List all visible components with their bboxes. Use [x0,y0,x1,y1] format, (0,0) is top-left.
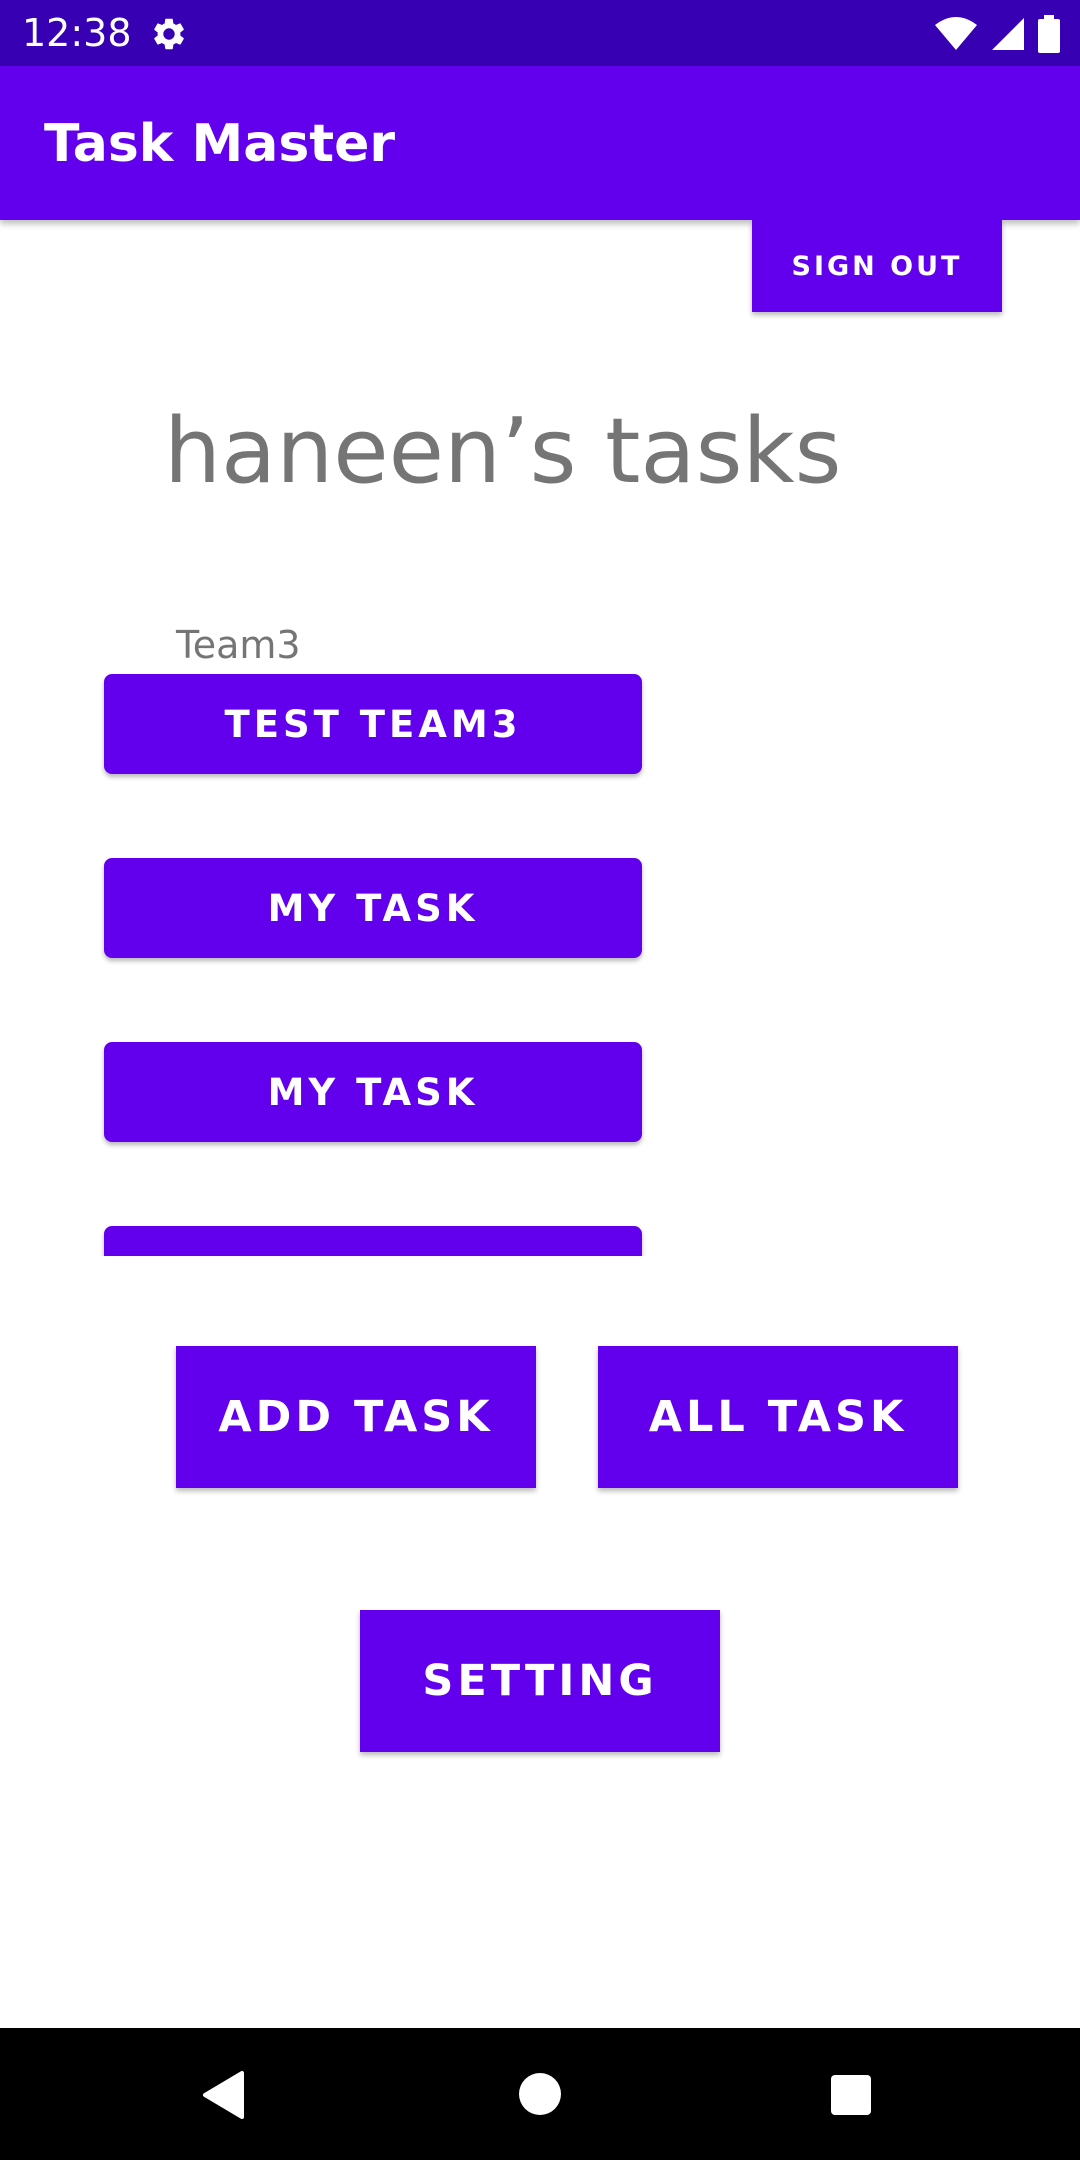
task-button-partial[interactable] [104,1226,642,1256]
status-time: 12:38 [22,11,132,55]
status-icons [934,14,1060,54]
page-title: haneen’s tasks [164,399,842,504]
sign-out-button[interactable]: SIGN OUT [752,220,1002,312]
recents-icon[interactable] [830,2074,872,2116]
add-task-button[interactable]: ADD TASK [176,1346,536,1488]
team-label: Team3 [176,623,301,667]
signal-icon [992,18,1024,50]
wifi-icon [935,17,977,50]
app-title: Task Master [44,114,396,174]
navigation-bar [0,2028,1080,2160]
setting-button[interactable]: SETTING [360,1610,720,1752]
app-bar: Task Master [0,66,1080,220]
all-task-button[interactable]: ALL TASK [598,1346,958,1488]
task-list[interactable]: TEST TEAM3 MY TASK MY TASK [100,670,660,1256]
gear-icon [154,18,184,50]
task-button-test-team3[interactable]: TEST TEAM3 [104,674,642,774]
task-button-my-task[interactable]: MY TASK [104,858,642,958]
battery-icon [1038,15,1060,53]
back-icon[interactable] [202,2070,246,2120]
home-icon[interactable] [518,2072,562,2116]
task-button-my-task[interactable]: MY TASK [104,1042,642,1142]
status-bar: 12:38 [0,0,1080,66]
